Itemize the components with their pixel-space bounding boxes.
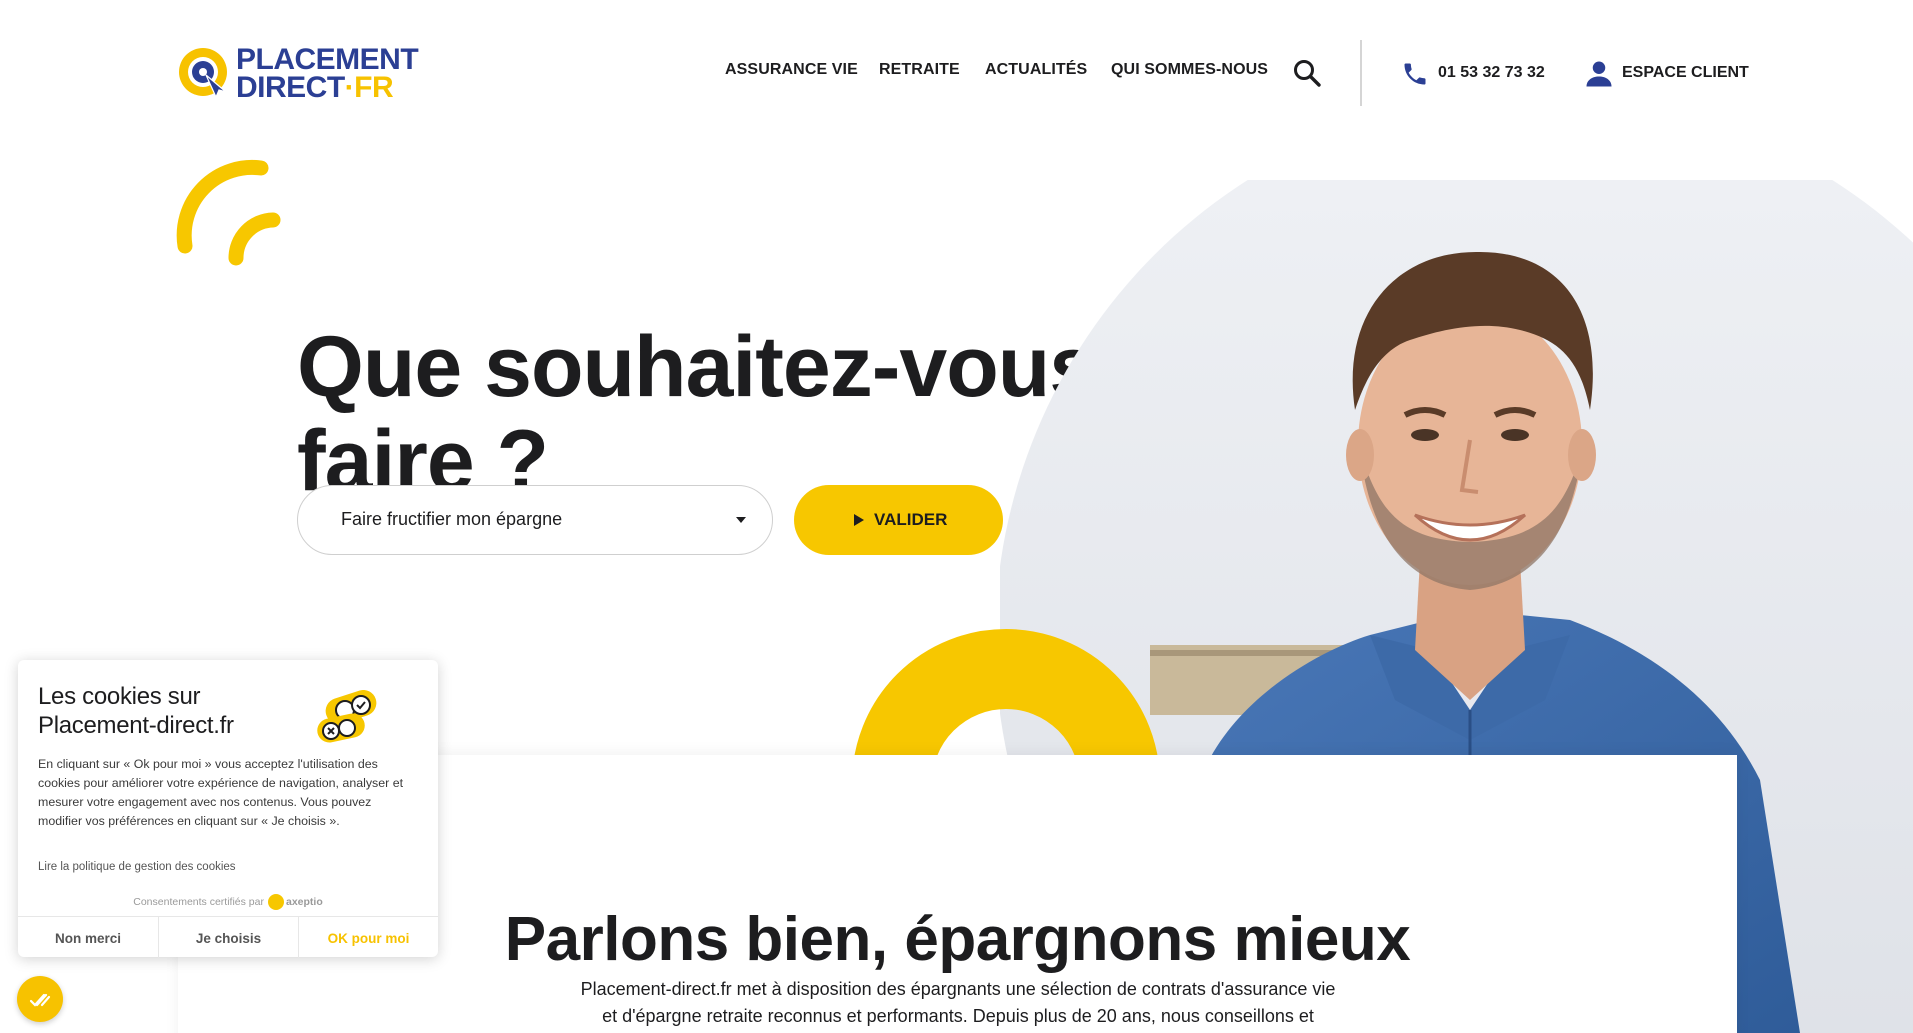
- user-icon: [1586, 61, 1612, 87]
- cookie-settings-button[interactable]: [17, 976, 63, 1022]
- cookie-certified-text: Consentements certifiés par: [133, 895, 264, 908]
- valider-button[interactable]: VALIDER: [794, 485, 1003, 555]
- cookie-choose-button[interactable]: Je choisis: [158, 917, 298, 958]
- logo-target-icon: [179, 48, 227, 99]
- objective-select-value: Faire fructifier mon épargne: [341, 509, 563, 529]
- cookie-settings-icon: [29, 993, 51, 1007]
- cookie-actions: Non merci Je choisis OK pour moi: [18, 916, 438, 958]
- nav-item-actualites[interactable]: ACTUALITÉS: [985, 61, 1087, 79]
- valider-button-label: VALIDER: [874, 510, 948, 529]
- page: PLACEMENT DIRECT·FR ASSURANCE VIE RETRAI…: [0, 0, 1913, 1033]
- axeptio-name: axeptio: [285, 895, 323, 908]
- cookie-toggle-icon: [317, 690, 377, 743]
- nav-item-assurance-vie[interactable]: ASSURANCE VIE: [725, 61, 858, 79]
- phone-icon: [1404, 63, 1426, 85]
- cookie-title: Les cookies sur Placement-direct.fr: [38, 683, 234, 739]
- logo[interactable]: PLACEMENT DIRECT·FR: [176, 42, 421, 104]
- hero-title: Que souhaitez-vous faire ?: [297, 318, 1097, 509]
- phone-number-link[interactable]: 01 53 32 73 32: [1438, 64, 1545, 82]
- nav-item-retraite[interactable]: RETRAITE: [879, 61, 960, 79]
- signal-arcs-decoration: [176, 159, 281, 266]
- cookie-policy-link[interactable]: Lire la politique de gestion des cookies: [38, 861, 236, 873]
- cookie-banner: Les cookies sur Placement-direct.fr En c…: [18, 660, 438, 958]
- espace-client-link[interactable]: ESPACE CLIENT: [1622, 64, 1749, 82]
- objective-select[interactable]: Faire fructifier mon épargne: [297, 485, 773, 555]
- chevron-down-icon: [736, 517, 746, 523]
- nav-divider: [1360, 40, 1362, 106]
- section-text: Placement-direct.fr met à disposition de…: [580, 979, 1336, 1026]
- logo-text-direct: DIRECT: [236, 71, 345, 104]
- play-icon: [854, 514, 864, 526]
- cookie-refuse-button[interactable]: Non merci: [18, 917, 158, 958]
- logo-text-line2: DIRECT·FR: [236, 71, 394, 104]
- logo-text-fr: FR: [354, 71, 394, 104]
- cookie-text: En cliquant sur « Ok pour moi » vous acc…: [38, 757, 404, 828]
- search-icon[interactable]: [1292, 58, 1322, 88]
- axeptio-logo-icon: [267, 894, 284, 910]
- logo-text-dot: ·: [344, 71, 355, 104]
- nav-item-qui-sommes-nous[interactable]: QUI SOMMES-NOUS: [1111, 61, 1268, 79]
- cookie-certified: Consentements certifiés par axeptio: [18, 894, 438, 910]
- cookie-accept-button[interactable]: OK pour moi: [298, 917, 438, 958]
